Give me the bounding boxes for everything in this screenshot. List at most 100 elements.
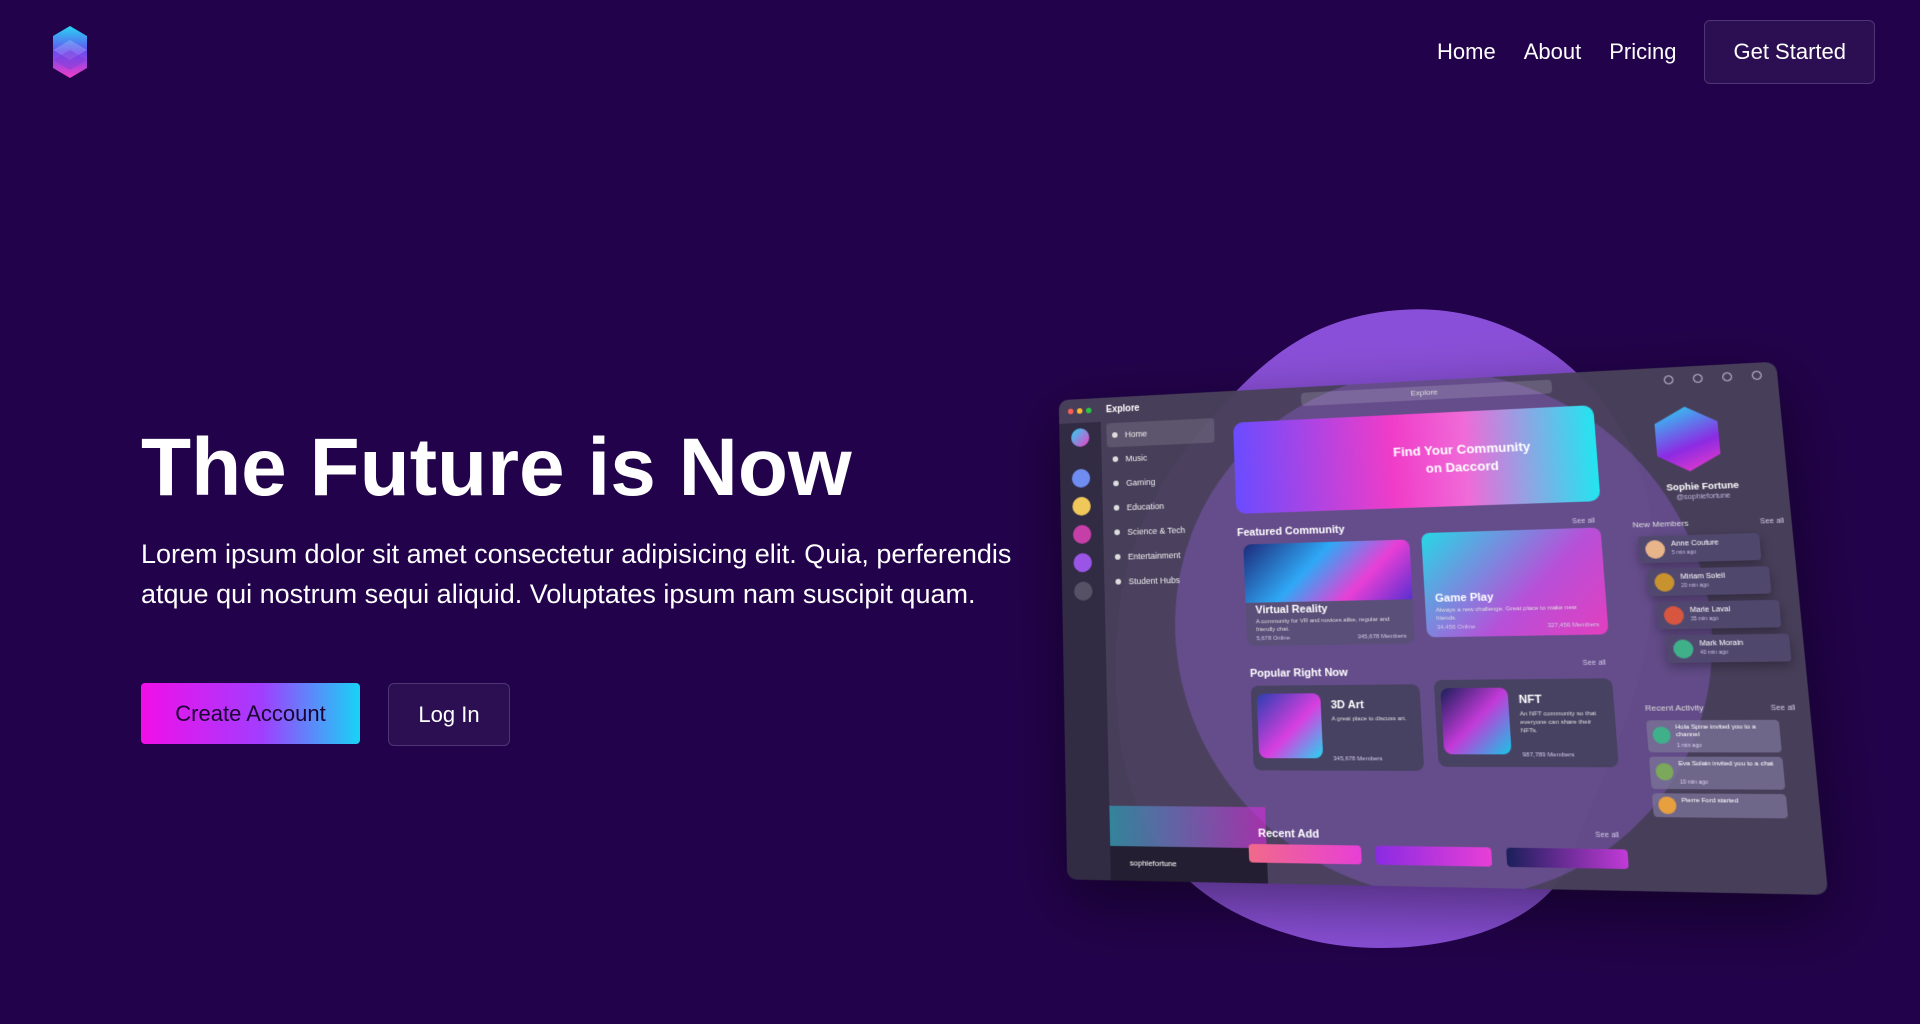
featured-card: Game Play Always a new challenge. Great … [1421, 527, 1609, 638]
member-time: 40 min ago [1700, 649, 1729, 657]
nav-pricing-link[interactable]: Pricing [1609, 39, 1676, 65]
member-time: 35 min ago [1690, 615, 1719, 623]
settings-icon [1751, 370, 1763, 381]
activity-text: Pierre Ford started [1681, 797, 1739, 805]
top-icons [1663, 370, 1763, 385]
server-icon [1072, 524, 1092, 545]
card-desc: An NFT community so that everyone can sh… [1519, 711, 1597, 735]
card-image [1440, 687, 1512, 755]
card-online: 34,456 Online [1436, 624, 1476, 632]
card-title: 3D Art [1330, 699, 1365, 712]
activity-text: Eva Solain invited you to a chat [1678, 760, 1774, 768]
recent-heading: Recent Add [1257, 827, 1320, 841]
nav-about-link[interactable]: About [1524, 39, 1582, 65]
featured-heading: Featured Community [1236, 523, 1345, 539]
mockup-right-panel: Sophie Fortune @sophiefortune New Member… [1612, 388, 1829, 895]
card-members: 987,789 Members [1522, 752, 1575, 759]
recent-thumb [1375, 845, 1493, 867]
main-nav: Home About Pricing Get Started [1437, 20, 1875, 84]
app-screenshot-mockup: Explore Explore Home Music Gaming Educat… [1058, 361, 1829, 895]
maximize-dot-icon [1085, 407, 1092, 414]
hero-banner: Find Your Community on Daccord [1233, 405, 1601, 514]
hexagon-logo-icon[interactable] [53, 26, 87, 78]
banner-text: Find Your Community on Daccord [1380, 437, 1545, 479]
see-all-link: See all [1770, 704, 1796, 713]
featured-card: Virtual Reality A community for VR and n… [1243, 539, 1416, 647]
sidebar-item-entertainment: Entertainment [1104, 541, 1225, 569]
see-all-link: See all [1759, 517, 1785, 526]
log-in-button[interactable]: Log In [388, 683, 510, 746]
card-members: 345,678 Members [1357, 633, 1407, 641]
chat-icon [1721, 372, 1733, 382]
avatar [1652, 726, 1672, 744]
window-title: Explore [1105, 403, 1140, 416]
recent-thumb [1248, 843, 1362, 865]
card-title: NFT [1518, 693, 1543, 707]
activity-text: Hola Spine invited you to a channel [1675, 724, 1757, 739]
popular-heading: Popular Right Now [1249, 666, 1349, 680]
activity-card: Pierre Ford started [1651, 793, 1789, 819]
avatar [1657, 796, 1678, 815]
add-server-icon [1073, 581, 1093, 601]
popular-card: 3D Art A great place to discuss art. 345… [1250, 684, 1425, 771]
avatar [1655, 763, 1675, 781]
popular-card: NFT An NFT community so that everyone ca… [1433, 678, 1619, 768]
card-image [1243, 539, 1413, 604]
hero-description: Lorem ipsum dolor sit amet consectetur a… [141, 539, 1012, 609]
member-time: 20 min ago [1681, 582, 1709, 590]
create-account-button[interactable]: Create Account [141, 683, 360, 744]
card-image [1256, 693, 1324, 759]
nav-home-link[interactable]: Home [1437, 39, 1496, 65]
card-desc: A great place to discuss art. [1331, 716, 1407, 723]
window-controls [1067, 407, 1092, 415]
activity-time: 1 min ago [1676, 742, 1702, 750]
card-meta: 34,456 Online 327,456 Members [1437, 622, 1600, 631]
sidebar-item-student-hubs: Student Hubs [1104, 566, 1226, 594]
get-started-button[interactable]: Get Started [1704, 20, 1875, 84]
see-all-link: See all [1571, 517, 1596, 526]
member-name: Miriam Soleil [1680, 572, 1726, 581]
card-online: 5,678 Online [1256, 635, 1291, 643]
sidebar-item-science-tech: Science & Tech [1103, 516, 1224, 545]
hero-actions: Create Account Log In [141, 683, 510, 746]
server-icon [1072, 496, 1091, 516]
activity-time: 10 min ago [1679, 779, 1709, 787]
card-desc: A community for VR and novices alike, re… [1255, 616, 1390, 634]
member-card: Anne Couture 5 min ago [1637, 532, 1762, 564]
member-time: 5 min ago [1671, 549, 1697, 557]
see-all-link: See all [1595, 831, 1620, 840]
server-icon [1071, 468, 1091, 488]
activity-card: Eva Solain invited you to a chat 10 min … [1648, 756, 1786, 790]
avatar [1653, 572, 1676, 592]
card-members: 327,456 Members [1547, 622, 1600, 630]
member-card: Mark Morain 40 min ago [1665, 633, 1792, 663]
see-all-link: See all [1582, 659, 1607, 668]
inbox-icon [1663, 375, 1674, 385]
activity-card: Hola Spine invited you to a channel 1 mi… [1646, 719, 1782, 753]
minimize-dot-icon [1076, 408, 1083, 414]
card-desc: Always a new challenge. Great place to m… [1435, 604, 1577, 622]
recent-thumb [1506, 847, 1629, 870]
avatar [1644, 539, 1666, 559]
avatar [1663, 605, 1685, 626]
member-name: Mark Morain [1699, 639, 1744, 648]
card-members: 345,678 Members [1333, 756, 1383, 763]
member-card: Miriam Soleil 20 min ago [1646, 566, 1772, 597]
profile-avatar [1653, 405, 1722, 472]
activity-heading: Recent Activity [1644, 702, 1704, 713]
card-meta: 5,678 Online 345,678 Members [1256, 634, 1406, 642]
member-name: Anne Couture [1670, 539, 1720, 548]
close-dot-icon [1067, 408, 1074, 415]
compass-icon [1073, 552, 1093, 573]
member-card: Marie Laval 35 min ago [1656, 599, 1782, 630]
hero-title: The Future is Now [141, 422, 852, 513]
avatar [1672, 639, 1695, 659]
members-heading: New Members [1632, 518, 1690, 530]
bell-icon [1692, 373, 1704, 384]
card-title: Virtual Reality [1255, 603, 1328, 617]
recent-strip [1248, 843, 1629, 870]
server-home-icon [1070, 427, 1090, 448]
mockup-sidebar: Home Music Gaming Education Science & Te… [1101, 416, 1235, 842]
mockup-main: Find Your Community on Daccord Featured … [1225, 397, 1644, 892]
member-name: Marie Laval [1689, 606, 1731, 615]
